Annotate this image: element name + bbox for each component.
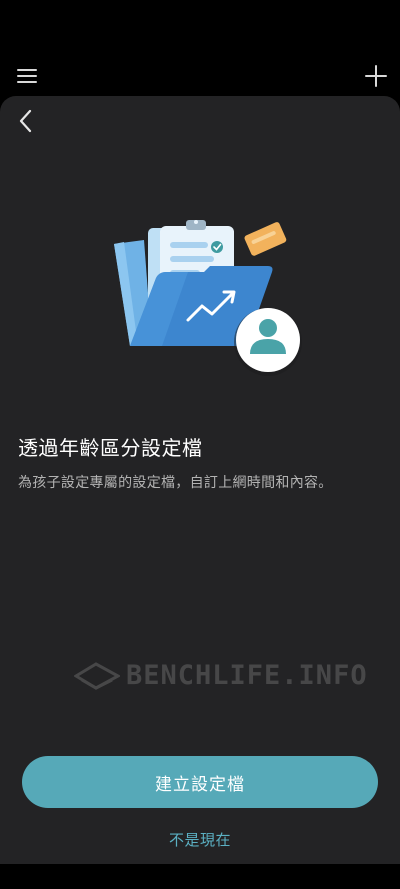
profile-sheet: 透過年齡區分設定檔 為孩子設定專屬的設定檔，自訂上網時間和內容。 BENCHLI… [0,96,400,864]
folder-profile-illustration [108,218,308,378]
hamburger-menu-icon[interactable] [17,66,39,86]
chevron-left-icon[interactable] [14,108,38,134]
page-title: 透過年齡區分設定檔 [18,436,203,460]
top-bar [0,0,400,96]
watermark: BENCHLIFE.INFO [74,656,367,696]
plus-icon[interactable] [364,64,388,88]
bottom-bar [0,864,400,889]
page-description: 為孩子設定專屬的設定檔，自訂上網時間和內容。 [18,475,333,491]
watermark-text: BENCHLIFE.INFO [126,660,368,691]
create-profile-button[interactable]: 建立設定檔 [22,756,378,808]
not-now-link[interactable]: 不是現在 [0,829,400,850]
